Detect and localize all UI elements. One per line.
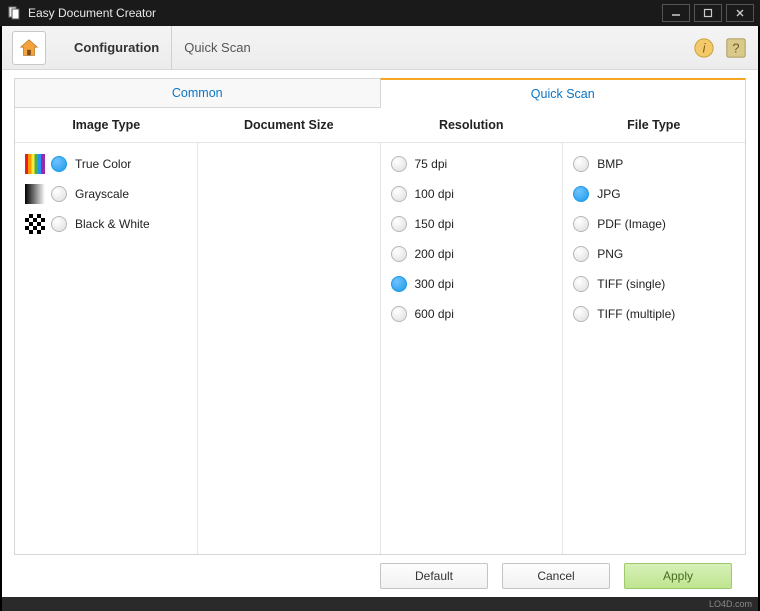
settings-panel: Image Type Document Size Resolution File… bbox=[14, 108, 746, 555]
option-label: PNG bbox=[597, 247, 623, 261]
option-label: TIFF (single) bbox=[597, 277, 665, 291]
option-label: 600 dpi bbox=[415, 307, 454, 321]
radio-option[interactable]: BMP bbox=[573, 149, 735, 179]
radio-option[interactable]: 200 dpi bbox=[391, 239, 553, 269]
header-resolution: Resolution bbox=[380, 118, 563, 132]
option-label: 75 dpi bbox=[415, 157, 448, 171]
option-label: JPG bbox=[597, 187, 620, 201]
titlebar: Easy Document Creator bbox=[0, 0, 760, 26]
option-label: True Color bbox=[75, 157, 131, 171]
color-swatch-icon bbox=[25, 184, 45, 204]
radio-option[interactable]: JPG bbox=[573, 179, 735, 209]
column-file-type: BMP JPG PDF (Image) PNG TIFF (single) TIFF (m… bbox=[563, 143, 745, 554]
column-image-type: True Color Grayscale Black & White bbox=[15, 143, 198, 554]
radio-indicator bbox=[391, 186, 407, 202]
breadcrumb-configuration[interactable]: Configuration bbox=[62, 26, 171, 70]
radio-indicator bbox=[51, 156, 67, 172]
help-icon: ? bbox=[725, 37, 747, 59]
radio-option[interactable]: 600 dpi bbox=[391, 299, 553, 329]
radio-indicator bbox=[391, 216, 407, 232]
option-label: 100 dpi bbox=[415, 187, 454, 201]
content: Common Quick Scan Image Type Document Si… bbox=[2, 70, 758, 597]
tab-strip: Common Quick Scan bbox=[14, 78, 746, 108]
header-file-type: File Type bbox=[563, 118, 746, 132]
radio-option[interactable]: TIFF (single) bbox=[573, 269, 735, 299]
radio-option[interactable]: 75 dpi bbox=[391, 149, 553, 179]
radio-indicator bbox=[51, 216, 67, 232]
tab-common[interactable]: Common bbox=[14, 78, 380, 108]
header-document-size: Document Size bbox=[198, 118, 381, 132]
radio-indicator bbox=[391, 306, 407, 322]
radio-option[interactable]: PDF (Image) bbox=[573, 209, 735, 239]
cancel-button[interactable]: Cancel bbox=[502, 563, 610, 589]
radio-indicator bbox=[51, 186, 67, 202]
radio-option[interactable]: Black & White bbox=[25, 209, 187, 239]
info-icon: i bbox=[693, 37, 715, 59]
option-label: TIFF (multiple) bbox=[597, 307, 675, 321]
option-label: PDF (Image) bbox=[597, 217, 666, 231]
home-icon bbox=[18, 37, 40, 59]
option-label: BMP bbox=[597, 157, 623, 171]
radio-indicator bbox=[391, 276, 407, 292]
option-label: Black & White bbox=[75, 217, 150, 231]
option-label: Grayscale bbox=[75, 187, 129, 201]
option-label: 300 dpi bbox=[415, 277, 454, 291]
radio-indicator bbox=[573, 276, 589, 292]
radio-indicator bbox=[391, 246, 407, 262]
radio-indicator bbox=[573, 186, 589, 202]
status-text: LO4D.com bbox=[709, 599, 752, 609]
radio-indicator bbox=[573, 156, 589, 172]
app-icon bbox=[6, 5, 22, 21]
tab-quick-scan[interactable]: Quick Scan bbox=[380, 78, 747, 108]
status-bar: LO4D.com bbox=[2, 597, 758, 611]
radio-indicator bbox=[573, 246, 589, 262]
radio-option[interactable]: PNG bbox=[573, 239, 735, 269]
svg-text:?: ? bbox=[732, 40, 739, 55]
breadcrumb-quick-scan[interactable]: Quick Scan bbox=[171, 26, 262, 70]
radio-indicator bbox=[391, 156, 407, 172]
radio-indicator bbox=[573, 306, 589, 322]
radio-indicator bbox=[573, 216, 589, 232]
home-button[interactable] bbox=[12, 31, 46, 65]
column-headers: Image Type Document Size Resolution File… bbox=[15, 108, 745, 142]
toolbar: Configuration Quick Scan i ? bbox=[2, 26, 758, 70]
window-title: Easy Document Creator bbox=[28, 6, 658, 20]
radio-option[interactable]: 300 dpi bbox=[391, 269, 553, 299]
color-swatch-icon bbox=[25, 154, 45, 174]
radio-option[interactable]: 150 dpi bbox=[391, 209, 553, 239]
columns-body: True Color Grayscale Black & White 75 dpi 1… bbox=[15, 142, 745, 554]
column-resolution: 75 dpi 100 dpi 150 dpi 200 dpi 300 dpi 600 dp… bbox=[381, 143, 564, 554]
window-body: Configuration Quick Scan i ? Common Quic… bbox=[2, 26, 758, 597]
minimize-button[interactable] bbox=[662, 4, 690, 22]
maximize-button[interactable] bbox=[694, 4, 722, 22]
apply-button[interactable]: Apply bbox=[624, 563, 732, 589]
option-label: 150 dpi bbox=[415, 217, 454, 231]
radio-option[interactable]: Grayscale bbox=[25, 179, 187, 209]
radio-option[interactable]: TIFF (multiple) bbox=[573, 299, 735, 329]
footer: Default Cancel Apply bbox=[14, 555, 746, 597]
column-document-size bbox=[198, 143, 381, 554]
help-button[interactable]: ? bbox=[724, 36, 748, 60]
info-button[interactable]: i bbox=[692, 36, 716, 60]
radio-option[interactable]: True Color bbox=[25, 149, 187, 179]
option-label: 200 dpi bbox=[415, 247, 454, 261]
radio-option[interactable]: 100 dpi bbox=[391, 179, 553, 209]
default-button[interactable]: Default bbox=[380, 563, 488, 589]
color-swatch-icon bbox=[25, 214, 45, 234]
close-button[interactable] bbox=[726, 4, 754, 22]
header-image-type: Image Type bbox=[15, 118, 198, 132]
